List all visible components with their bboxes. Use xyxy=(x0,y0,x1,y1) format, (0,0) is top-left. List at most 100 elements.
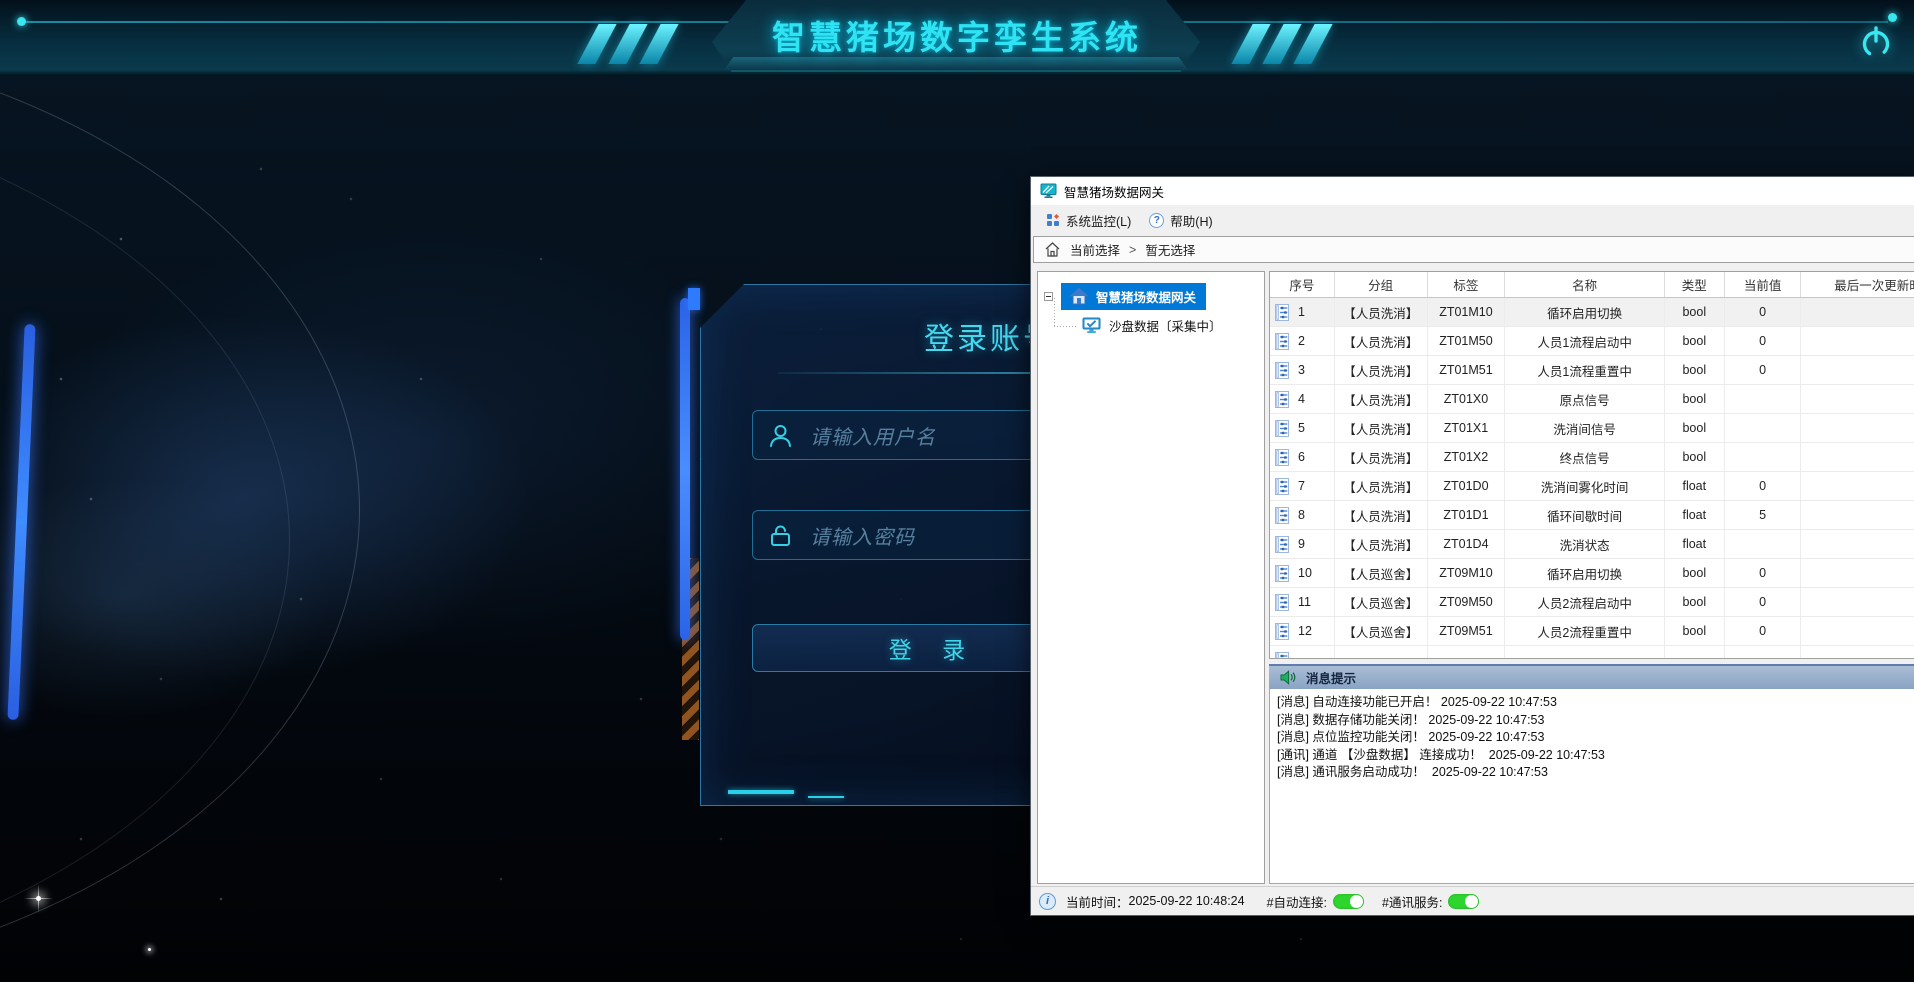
tree-node-root[interactable]: 智慧猪场数据网关 xyxy=(1061,283,1206,310)
cell-no: 3 xyxy=(1270,356,1335,384)
col-header-type[interactable]: 类型 xyxy=(1665,272,1725,297)
col-header-no[interactable]: 序号 xyxy=(1270,272,1335,297)
cell-no: 7 xyxy=(1270,472,1335,500)
user-icon xyxy=(767,422,794,449)
device-tree: 智慧猪场数据网关 沙盘数据〔采集中〕 xyxy=(1037,271,1265,884)
window-titlebar[interactable]: 智慧猪场数据网关 xyxy=(1031,177,1914,205)
row-tag-icon xyxy=(1275,449,1289,466)
system-title: 智慧猪场数字孪生系统 xyxy=(0,11,1914,59)
gateway-window: 智慧猪场数据网关 系统监控(L) ? 帮助(H) xyxy=(1030,176,1914,916)
cell-name: 人员2流程重置中 xyxy=(1505,617,1665,645)
col-header-updated[interactable]: 最后一次更新时间 xyxy=(1801,272,1914,297)
cell-group: 【人员洗消】 xyxy=(1335,414,1428,442)
cell-updated xyxy=(1801,298,1914,326)
points-table: 序号 分组 标签 名称 类型 当前值 最后一次更新时间 xyxy=(1269,271,1914,659)
cell-name: 人员2流程启动中 xyxy=(1505,588,1665,616)
cell-value xyxy=(1725,646,1802,659)
table-row[interactable]: 10 【人员巡舍】 ZT09M10 循环启用切换 bool 0 xyxy=(1270,559,1914,588)
power-icon[interactable] xyxy=(1858,24,1894,60)
table-row[interactable]: 2 【人员洗消】 ZT01M50 人员1流程启动中 bool 0 xyxy=(1270,327,1914,356)
cell-tag: ZT01D1 xyxy=(1428,501,1506,529)
table-row[interactable] xyxy=(1270,646,1914,659)
menu-help[interactable]: ? 帮助(H) xyxy=(1140,207,1221,234)
table-row[interactable]: 8 【人员洗消】 ZT01D1 循环间歇时间 float 5 xyxy=(1270,501,1914,530)
message-line: [消息] 点位监控功能关闭！ 2025-09-22 10:47:53 xyxy=(1277,729,1914,747)
message-line: [消息] 通讯服务启动成功！ 2025-09-22 10:47:53 xyxy=(1277,764,1914,782)
cell-group: 【人员巡舍】 xyxy=(1335,588,1428,616)
table-row[interactable]: 5 【人员洗消】 ZT01X1 洗消间信号 bool xyxy=(1270,414,1914,443)
col-header-group[interactable]: 分组 xyxy=(1335,272,1428,297)
cell-no: 1 xyxy=(1270,298,1335,326)
tree-node-sandbox[interactable]: 沙盘数据〔采集中〕 xyxy=(1082,316,1222,335)
cell-type xyxy=(1665,646,1725,659)
cell-group xyxy=(1335,646,1428,659)
login-corner-notch xyxy=(688,288,700,310)
cell-name: 人员1流程启动中 xyxy=(1505,327,1665,355)
cell-type: bool xyxy=(1665,617,1725,645)
cell-tag: ZT09M51 xyxy=(1428,617,1506,645)
cell-value: 0 xyxy=(1725,298,1802,326)
cell-tag: ZT01D4 xyxy=(1428,530,1506,558)
message-line: [通讯] 通道 【沙盘数据】 连接成功！ 2025-09-22 10:47:53 xyxy=(1277,747,1914,765)
cell-group: 【人员洗消】 xyxy=(1335,501,1428,529)
bright-star xyxy=(36,896,41,901)
status-time-value: 2025-09-22 10:48:24 xyxy=(1129,894,1245,908)
cell-value: 0 xyxy=(1725,472,1802,500)
row-tag-icon xyxy=(1275,391,1289,408)
menu-system-monitor[interactable]: 系统监控(L) xyxy=(1037,207,1140,234)
table-row[interactable]: 6 【人员洗消】 ZT01X2 终点信号 bool xyxy=(1270,443,1914,472)
table-row[interactable]: 3 【人员洗消】 ZT01M51 人员1流程重置中 bool 0 xyxy=(1270,356,1914,385)
breadcrumb-selection: 暂无选择 xyxy=(1145,240,1195,259)
status-autoconnect-label: #自动连接: xyxy=(1267,892,1327,911)
cell-name: 原点信号 xyxy=(1505,385,1665,413)
cell-group: 【人员洗消】 xyxy=(1335,356,1428,384)
col-header-name[interactable]: 名称 xyxy=(1505,272,1665,297)
tree-connector-h xyxy=(1054,326,1076,327)
row-tag-icon xyxy=(1275,333,1289,350)
autoconnect-toggle[interactable] xyxy=(1333,894,1364,909)
cell-tag: ZT09M50 xyxy=(1428,588,1506,616)
cell-updated xyxy=(1801,356,1914,384)
cell-value: 0 xyxy=(1725,356,1802,384)
cell-updated xyxy=(1801,646,1914,659)
table-row[interactable]: 11 【人员巡舍】 ZT09M50 人员2流程启动中 bool 0 xyxy=(1270,588,1914,617)
cell-value: 0 xyxy=(1725,327,1802,355)
table-row[interactable]: 7 【人员洗消】 ZT01D0 洗消间雾化时间 float 0 xyxy=(1270,472,1914,501)
tree-expander[interactable] xyxy=(1044,292,1053,301)
tree-monitor-check-icon xyxy=(1082,317,1101,334)
cell-tag: ZT01M10 xyxy=(1428,298,1506,326)
cell-type: bool xyxy=(1665,443,1725,471)
cell-value: 0 xyxy=(1725,617,1802,645)
window-title: 智慧猪场数据网关 xyxy=(1064,182,1164,201)
col-header-value[interactable]: 当前值 xyxy=(1725,272,1802,297)
cell-no: 4 xyxy=(1270,385,1335,413)
message-list[interactable]: [消息] 自动连接功能已开启！ 2025-09-22 10:47:53[消息] … xyxy=(1269,689,1914,884)
message-panel-title: 消息提示 xyxy=(1306,668,1356,687)
login-blue-bar xyxy=(680,298,690,640)
info-icon: i xyxy=(1039,893,1056,910)
status-bar: i 当前时间： 2025-09-22 10:48:24 #自动连接: #通讯服务… xyxy=(1031,886,1914,915)
cell-tag: ZT01D0 xyxy=(1428,472,1506,500)
cell-updated xyxy=(1801,472,1914,500)
commservice-toggle[interactable] xyxy=(1448,894,1479,909)
table-row[interactable]: 12 【人员巡舍】 ZT09M51 人员2流程重置中 bool 0 xyxy=(1270,617,1914,646)
cell-tag: ZT01M51 xyxy=(1428,356,1506,384)
cell-group: 【人员洗消】 xyxy=(1335,298,1428,326)
menu-system-monitor-label: 系统监控(L) xyxy=(1066,211,1131,230)
breadcrumb-separator: > xyxy=(1129,243,1136,257)
cell-name: 人员1流程重置中 xyxy=(1505,356,1665,384)
cell-tag: ZT01X1 xyxy=(1428,414,1506,442)
row-tag-icon xyxy=(1275,652,1289,660)
table-row[interactable]: 4 【人员洗消】 ZT01X0 原点信号 bool xyxy=(1270,385,1914,414)
col-header-tag[interactable]: 标签 xyxy=(1428,272,1506,297)
status-time-label: 当前时间： xyxy=(1066,892,1129,911)
row-tag-icon xyxy=(1275,623,1289,640)
cell-type: float xyxy=(1665,530,1725,558)
system-monitor-icon xyxy=(1046,213,1060,227)
tree-root-label: 智慧猪场数据网关 xyxy=(1096,287,1196,306)
table-row[interactable]: 9 【人员洗消】 ZT01D4 洗消状态 float xyxy=(1270,530,1914,559)
table-row[interactable]: 1 【人员洗消】 ZT01M10 循环启用切换 bool 0 xyxy=(1270,298,1914,327)
cell-updated xyxy=(1801,327,1914,355)
menu-bar: 系统监控(L) ? 帮助(H) xyxy=(1031,205,1914,235)
cell-value: 0 xyxy=(1725,559,1802,587)
